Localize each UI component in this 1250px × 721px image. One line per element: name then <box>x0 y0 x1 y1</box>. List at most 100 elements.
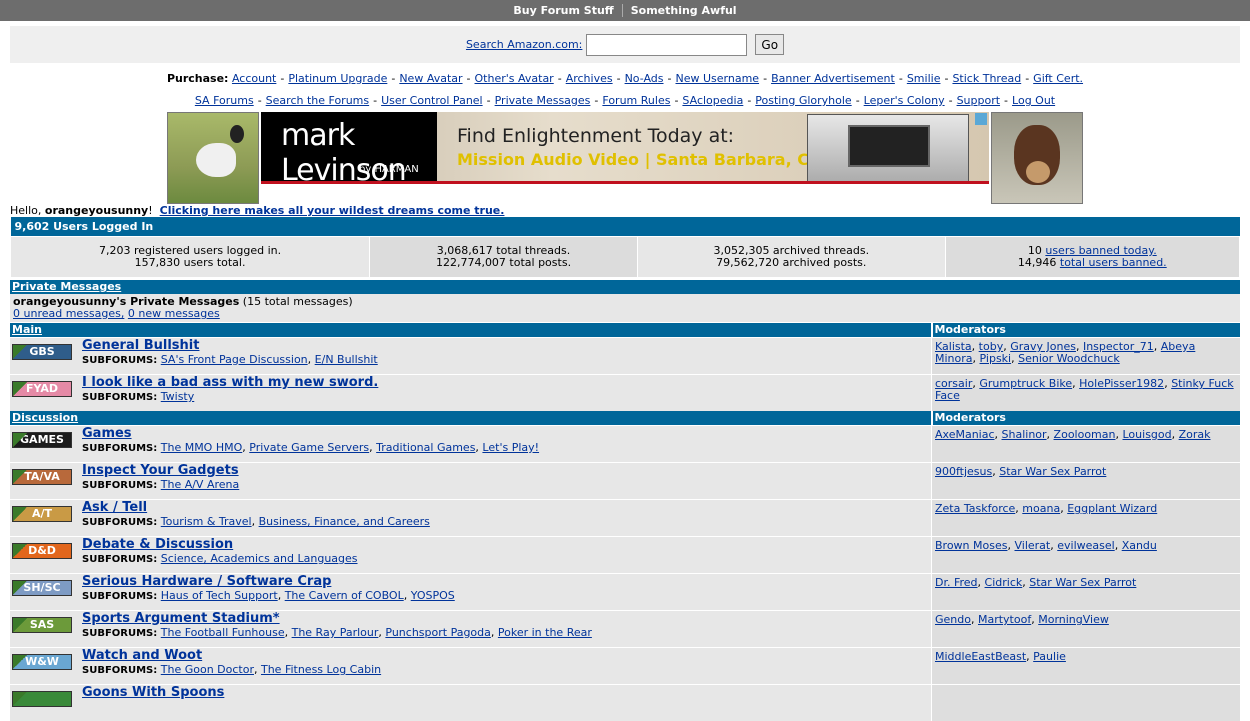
moderator-link[interactable]: Zoolooman <box>1054 428 1116 441</box>
subforum-link[interactable]: The A/V Arena <box>161 478 240 491</box>
nav-link-6[interactable]: Posting Gloryhole <box>755 94 851 107</box>
total-users-banned-link[interactable]: total users banned. <box>1060 256 1167 269</box>
go-button[interactable]: Go <box>755 34 784 55</box>
purchase-link-10[interactable]: Gift Cert. <box>1033 72 1083 85</box>
moderator-link[interactable]: Zorak <box>1179 428 1211 441</box>
moderator-link[interactable]: evilweasel <box>1057 539 1114 552</box>
forum-icon[interactable]: FYAD <box>12 381 72 397</box>
purchase-link-8[interactable]: Smilie <box>907 72 941 85</box>
moderator-link[interactable]: 900ftjesus <box>935 465 992 478</box>
moderator-link[interactable]: Louisgod <box>1123 428 1172 441</box>
advertisement-banner[interactable]: mark Levinson by HARMAN Find Enlightenme… <box>261 112 989 184</box>
subforum-link[interactable]: Traditional Games <box>376 441 475 454</box>
purchase-link-4[interactable]: Archives <box>566 72 613 85</box>
unread-messages-link[interactable]: 0 unread messages, <box>13 307 124 320</box>
moderator-link[interactable]: Pipski <box>980 352 1012 365</box>
forum-icon[interactable]: GAMES <box>12 432 72 448</box>
moderator-link[interactable]: moana <box>1022 502 1060 515</box>
forum-title-link[interactable]: Sports Argument Stadium* <box>82 611 929 626</box>
forum-title-link[interactable]: Debate & Discussion <box>82 537 929 552</box>
moderator-link[interactable]: Shalinor <box>1002 428 1047 441</box>
subforum-link[interactable]: The Cavern of COBOL <box>285 589 404 602</box>
section-link[interactable]: Discussion <box>12 411 78 424</box>
subforum-link[interactable]: The Fitness Log Cabin <box>261 663 381 676</box>
purchase-link-7[interactable]: Banner Advertisement <box>771 72 895 85</box>
forum-icon[interactable]: GBS <box>12 344 72 360</box>
moderator-link[interactable]: Senior Woodchuck <box>1018 352 1120 365</box>
moderator-link[interactable]: Dr. Fred <box>935 576 978 589</box>
forum-title-link[interactable]: Goons With Spoons <box>82 685 929 700</box>
moderator-link[interactable]: Xandu <box>1122 539 1157 552</box>
subforum-link[interactable]: Tourism & Travel <box>161 515 252 528</box>
forum-title-link[interactable]: Serious Hardware / Software Crap <box>82 574 929 589</box>
moderator-link[interactable]: Cidrick <box>985 576 1023 589</box>
section-link[interactable]: Main <box>12 323 42 336</box>
nav-link-5[interactable]: SAclopedia <box>682 94 743 107</box>
nav-link-2[interactable]: User Control Panel <box>381 94 483 107</box>
forum-title-link[interactable]: Ask / Tell <box>82 500 929 515</box>
moderator-link[interactable]: Grumptruck Bike <box>979 377 1072 390</box>
private-messages-header-link[interactable]: Private Messages <box>12 280 121 293</box>
moderator-link[interactable]: MorningView <box>1038 613 1109 626</box>
nav-link-1[interactable]: Search the Forums <box>266 94 369 107</box>
forum-icon[interactable]: D&D <box>12 543 72 559</box>
buy-forum-stuff-link[interactable]: Buy Forum Stuff <box>513 4 613 17</box>
purchase-link-1[interactable]: Platinum Upgrade <box>288 72 387 85</box>
forum-icon[interactable]: TA/VA <box>12 469 72 485</box>
nav-link-8[interactable]: Support <box>957 94 1000 107</box>
purchase-link-2[interactable]: New Avatar <box>399 72 462 85</box>
forum-title-link[interactable]: Watch and Woot <box>82 648 929 663</box>
search-amazon-label[interactable]: Search Amazon.com: <box>466 38 582 51</box>
subforum-link[interactable]: The Football Funhouse <box>161 626 285 639</box>
forum-title-link[interactable]: General Bullshit <box>82 338 929 353</box>
purchase-link-0[interactable]: Account <box>232 72 276 85</box>
moderator-link[interactable]: MiddleEastBeast <box>935 650 1026 663</box>
forum-title-link[interactable]: Games <box>82 426 929 441</box>
new-messages-link[interactable]: 0 new messages <box>128 307 220 320</box>
purchase-link-9[interactable]: Stick Thread <box>952 72 1021 85</box>
subforum-link[interactable]: Let's Play! <box>482 441 539 454</box>
subforum-link[interactable]: YOSPOS <box>411 589 455 602</box>
forum-icon[interactable]: A/T <box>12 506 72 522</box>
nav-link-4[interactable]: Forum Rules <box>602 94 670 107</box>
forum-title-link[interactable]: I look like a bad ass with my new sword. <box>82 375 929 390</box>
moderator-link[interactable]: Martytoof <box>978 613 1031 626</box>
subforum-link[interactable]: Haus of Tech Support <box>161 589 278 602</box>
nav-link-7[interactable]: Leper's Colony <box>864 94 945 107</box>
forum-title-link[interactable]: Inspect Your Gadgets <box>82 463 929 478</box>
adchoices-icon[interactable] <box>975 113 987 125</box>
nav-link-9[interactable]: Log Out <box>1012 94 1055 107</box>
forum-icon[interactable]: W&W <box>12 654 72 670</box>
subforum-link[interactable]: E/N Bullshit <box>315 353 378 366</box>
moderator-link[interactable]: HolePisser1982 <box>1079 377 1164 390</box>
subforum-link[interactable]: Poker in the Rear <box>498 626 592 639</box>
subforum-link[interactable]: Twisty <box>161 390 195 403</box>
subforum-link[interactable]: Private Game Servers <box>249 441 369 454</box>
subforum-link[interactable]: Business, Finance, and Careers <box>259 515 430 528</box>
moderator-link[interactable]: Zeta Taskforce <box>935 502 1015 515</box>
moderator-link[interactable]: Brown Moses <box>935 539 1007 552</box>
subforum-link[interactable]: SA's Front Page Discussion <box>161 353 308 366</box>
subforum-link[interactable]: The Goon Doctor <box>161 663 254 676</box>
subforum-link[interactable]: Punchsport Pagoda <box>385 626 491 639</box>
moderator-link[interactable]: AxeManiac <box>935 428 995 441</box>
forum-icon[interactable]: SH/SC <box>12 580 72 596</box>
nav-link-3[interactable]: Private Messages <box>495 94 591 107</box>
subforum-link[interactable]: The Ray Parlour <box>292 626 379 639</box>
subforum-link[interactable]: The MMO HMO <box>161 441 243 454</box>
moderator-link[interactable]: Eggplant Wizard <box>1067 502 1157 515</box>
moderator-link[interactable]: Star War Sex Parrot <box>1029 576 1136 589</box>
purchase-link-5[interactable]: No-Ads <box>625 72 664 85</box>
forum-icon[interactable]: SAS <box>12 617 72 633</box>
subforum-link[interactable]: Science, Academics and Languages <box>161 552 358 565</box>
moderator-link[interactable]: Gendo <box>935 613 971 626</box>
moderator-link[interactable]: Vilerat <box>1014 539 1050 552</box>
something-awful-link[interactable]: Something Awful <box>631 4 737 17</box>
amazon-search-input[interactable] <box>586 34 747 56</box>
moderator-link[interactable]: Paulie <box>1033 650 1066 663</box>
wildest-dreams-link[interactable]: Clicking here makes all your wildest dre… <box>160 204 505 217</box>
forum-icon[interactable] <box>12 691 72 707</box>
moderator-link[interactable]: Star War Sex Parrot <box>999 465 1106 478</box>
purchase-link-6[interactable]: New Username <box>676 72 760 85</box>
purchase-link-3[interactable]: Other's Avatar <box>475 72 554 85</box>
